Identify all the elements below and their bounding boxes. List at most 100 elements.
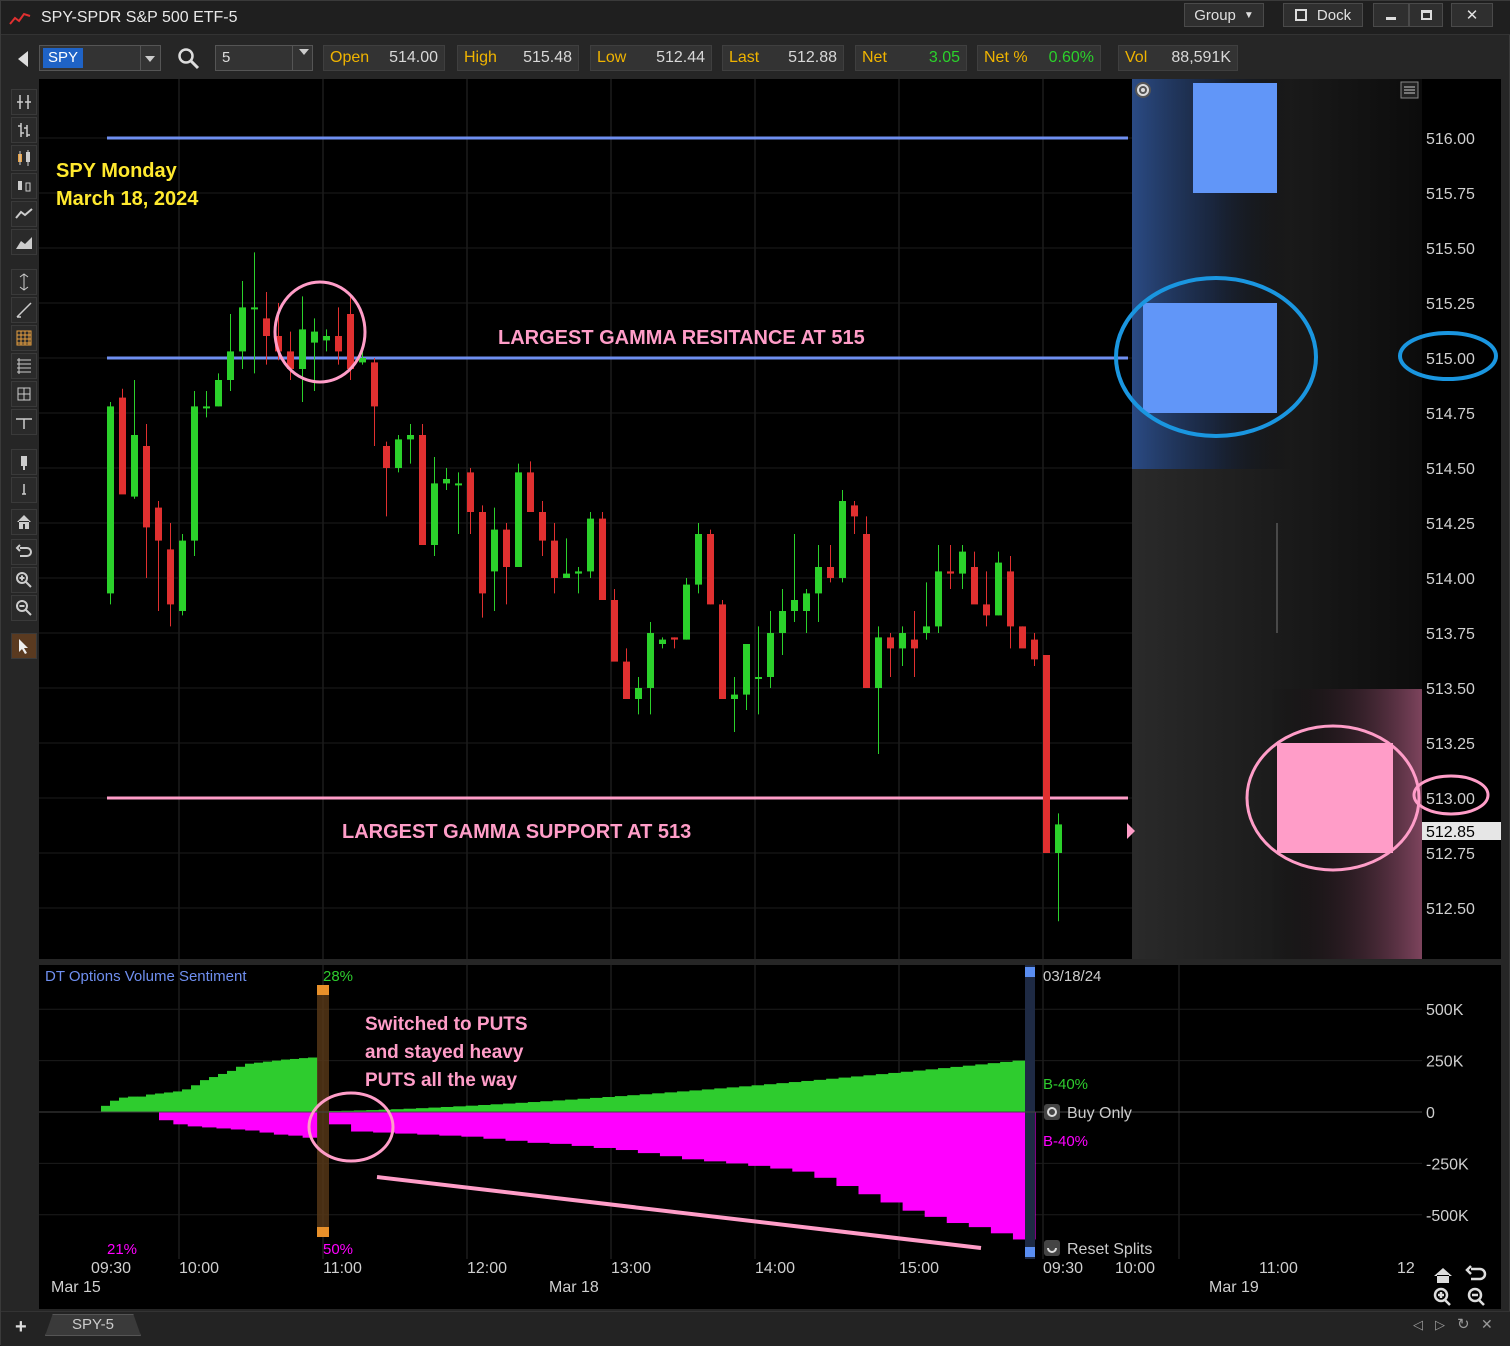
axis-home-icon[interactable] [1434, 1268, 1452, 1283]
time-axis-labels: 09:30 10:00 11:00 12:00 13:00 14:00 15:00 09:30… [51, 1260, 1487, 1306]
time-tick-label: 11:00 [323, 1260, 362, 1277]
candle [863, 516, 870, 688]
price-chart[interactable]: 516.00 515.75 515.50 515.25 515.00 514.75 514.… [39, 79, 1501, 959]
time-tick-label: 11:00 [1259, 1260, 1298, 1277]
tab-spy-5[interactable]: SPY-5 [45, 1314, 141, 1336]
options-volume-chart[interactable]: DT Options Volume Sentiment 28% 21% 50% … [39, 965, 1501, 1259]
axis-zoom-in-icon[interactable] [1433, 1287, 1451, 1306]
refresh-icon[interactable]: ↻ [1457, 1315, 1470, 1333]
horizontal-line-tool[interactable] [11, 409, 37, 435]
call-volume-bar [689, 1090, 703, 1112]
candle [215, 373, 222, 407]
candle [659, 637, 666, 649]
call-volume-bar [440, 1106, 454, 1112]
support-annotation: LARGEST GAMMA SUPPORT AT 513 [342, 821, 691, 843]
scroll-left-icon[interactable]: ◁ [1413, 1317, 1423, 1333]
candle [707, 529, 714, 605]
time-axis[interactable]: 09:30 10:00 11:00 12:00 13:00 14:00 15:00 09:30… [39, 1259, 1501, 1309]
candle [563, 538, 570, 578]
candle [119, 388, 126, 495]
call-volume-bar [913, 1070, 927, 1112]
search-icon[interactable] [177, 47, 201, 71]
minimize-button[interactable] [1373, 3, 1409, 27]
fib-tool[interactable] [11, 353, 37, 379]
call-volume-bar [101, 1105, 111, 1112]
put-volume-bar [395, 1112, 418, 1134]
mountain-tool[interactable] [11, 229, 37, 255]
symbol-input[interactable]: SPY [39, 45, 161, 71]
candle-tool[interactable] [11, 145, 37, 171]
call-volume-bar [191, 1085, 201, 1112]
open-value: 514.00 [389, 49, 438, 66]
group-button[interactable]: Group ▼ [1184, 3, 1264, 27]
reset-splits-button[interactable]: Reset Splits [1044, 1240, 1152, 1258]
axis-zoom-out-icon[interactable] [1467, 1287, 1485, 1306]
window-title: SPY-SPDR S&P 500 ETF-5 [41, 9, 238, 26]
interval-dropdown-button[interactable] [292, 46, 312, 70]
alert-tool[interactable] [11, 449, 37, 475]
call-volume-bar [813, 1079, 827, 1112]
crosshair-tool[interactable] [11, 89, 37, 115]
call-volume-bar [299, 1058, 309, 1112]
trendline-tool[interactable] [11, 297, 37, 323]
indicator-tick-label: -500K [1426, 1208, 1469, 1225]
call-volume-bar [137, 1096, 147, 1112]
home-tool[interactable] [11, 509, 37, 535]
put-volume-bar [615, 1112, 639, 1151]
indicator-panel[interactable]: DT Options Volume Sentiment 28% 21% 50% … [39, 965, 1501, 1259]
call-volume-bar [490, 1104, 504, 1112]
candle [731, 677, 738, 732]
candle [395, 435, 402, 473]
call-volume-bar [838, 1077, 852, 1112]
price-chart-panel[interactable]: 516.00 515.75 515.50 515.25 515.00 514.75 514.… [39, 79, 1501, 959]
add-tab-icon[interactable]: + [15, 1316, 27, 1339]
pointer-tool[interactable] [11, 633, 37, 659]
zoom-out-tool[interactable] [11, 595, 37, 621]
scroll-right-icon[interactable]: ▷ [1435, 1317, 1445, 1333]
symbol-dropdown-button[interactable] [140, 46, 160, 70]
panel-menu-icon[interactable] [1400, 81, 1419, 99]
gamma-bar-516 [1193, 83, 1277, 193]
price-axis[interactable]: 516.00 515.75 515.50 515.25 515.00 514.75 514.… [1422, 79, 1501, 959]
candle [599, 512, 606, 600]
tab-close-icon[interactable]: ✕ [1481, 1316, 1493, 1333]
vertical-measure-tool[interactable] [11, 269, 37, 295]
netpct-value: 0.60% [1048, 49, 1094, 66]
line-tool[interactable] [11, 201, 37, 227]
candle [371, 358, 378, 446]
candle [995, 551, 1002, 616]
call-volume-bar [272, 1060, 282, 1112]
indicator-name: DT Options Volume Sentiment [45, 968, 247, 985]
last-value: 512.88 [788, 49, 837, 66]
puts-volume-area [159, 1112, 1036, 1240]
puts-label: B-40% [1043, 1133, 1088, 1150]
gann-tool[interactable] [11, 381, 37, 407]
call-volume-bar [263, 1061, 273, 1112]
drawing-toolbar [9, 85, 39, 665]
collapse-left-icon[interactable] [16, 49, 30, 69]
call-volume-bar [245, 1063, 255, 1112]
put-volume-bar [571, 1112, 595, 1146]
grid-tool[interactable] [11, 325, 37, 351]
call-volume-bar [164, 1092, 174, 1112]
candle [1043, 655, 1050, 853]
zoom-in-tool[interactable] [11, 567, 37, 593]
interval-input[interactable]: 5 [215, 45, 313, 71]
price-tick-label: 516.00 [1426, 131, 1475, 148]
undo-tool[interactable] [11, 539, 37, 565]
ohlc-tool[interactable] [11, 117, 37, 143]
axis-undo-icon[interactable] [1465, 1265, 1487, 1281]
candle [647, 622, 654, 715]
close-button[interactable]: ✕ [1451, 3, 1493, 27]
hollow-candle-tool[interactable] [11, 173, 37, 199]
call-volume-bar [677, 1091, 690, 1112]
maximize-button[interactable] [1409, 3, 1443, 27]
note-tool[interactable] [11, 477, 37, 503]
call-volume-bar [577, 1098, 591, 1112]
gear-icon[interactable] [1135, 82, 1151, 98]
chart-app-icon [9, 12, 31, 25]
candle [251, 252, 258, 374]
dock-button[interactable]: Dock [1283, 3, 1363, 27]
buy-only-toggle[interactable]: Buy Only [1044, 1104, 1132, 1122]
indicator-axis[interactable]: 500K 250K 0 -250K -500K [1426, 1002, 1469, 1225]
